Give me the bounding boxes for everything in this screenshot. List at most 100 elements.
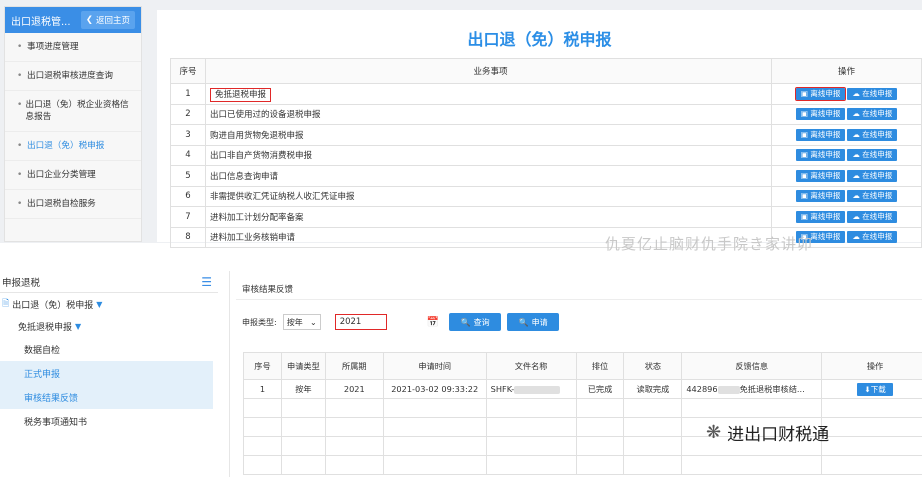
query-button[interactable]: 🔍 查询 [449,313,502,331]
search-icon: 🔍 [518,317,529,327]
top-main-content: 出口退（免）税申报 序号 业务事项 操作 1 免抵退税申报 ▣ 离线申报 ☁ 在线申报… [157,10,922,248]
sidebar-title: 申报退税 ☰ [0,271,218,293]
sidebar-item-classification[interactable]: • 出口企业分类管理 [5,161,141,190]
col-header-no: 序号 [170,58,206,84]
download-button[interactable]: ⬇下载 [857,382,893,396]
top-sidebar: 出口退税管... ❮ 返回主页 • 事项进度管理 • 出口退税审核进度查询 • 出口退… [4,6,142,242]
table-row-empty [243,455,922,475]
offline-declare-button[interactable]: ▣ 离线申报 [795,149,846,162]
caret-down-icon: ▼ [96,299,103,309]
table-row: 4 出口非自产货物消费税申报 ▣ 离线申报 ☁ 在线申报 [170,144,922,166]
offline-declare-button[interactable]: ▣ 离线申报 [795,210,846,223]
declaration-table: 序号 业务事项 操作 1 免抵退税申报 ▣ 离线申报 ☁ 在线申报 2 出口已使用过的设备… [170,58,922,248]
online-declare-button[interactable]: ☁ 在线申报 [847,231,898,244]
table-row: 6 非需提供收汇凭证纳税人收汇凭证申报 ▣ 离线申报 ☁ 在线申报 [170,185,922,207]
sidebar-item-declaration[interactable]: • 出口退（免）税申报 [5,132,141,161]
redacted-block [717,385,740,394]
type-label: 申报类型: [242,317,277,327]
hamburger-menu-icon[interactable]: ☰ [201,275,212,289]
search-icon: 🔍 [460,317,471,327]
cloud-icon: ☁ [852,109,863,119]
nav-declaration[interactable]: 🗎 出口退（免）税申报 ▼ [0,293,218,315]
col-header: 文件名称 [485,352,577,380]
offline-declare-button[interactable]: ▣ 离线申报 [795,169,846,182]
monitor-icon: ▣ [800,109,811,119]
apply-button[interactable]: 🔍 申请 [507,313,560,331]
caret-down-icon: ▼ [75,321,82,331]
bullet-icon: • [17,170,23,180]
document-icon: 🗎 [2,299,10,309]
back-arrow-icon: ❮ [85,15,93,25]
chevron-down-icon: ⌄ [310,317,317,327]
item-label: 进料加工计划分配率备案 [209,212,304,223]
back-home-button[interactable]: ❮ 返回主页 [80,11,135,29]
page-title: 出口退（免）税申报 [467,30,612,49]
item-label: 非需提供收汇凭证纳税人收汇凭证申报 [209,192,355,203]
online-declare-button[interactable]: ☁ 在线申报 [847,169,898,182]
col-header: 操作 [821,352,922,380]
divider [229,271,230,477]
wechat-icon: ❋ [706,422,722,443]
sidebar-header: 出口退税管... ❮ 返回主页 [5,7,141,33]
online-declare-button[interactable]: ☁ 在线申报 [847,190,898,203]
nav-exemption-declaration[interactable]: 免抵退税申报 ▼ [0,315,218,337]
back-home-label: 返回主页 [95,16,130,26]
calendar-icon[interactable]: 📅 [427,317,439,328]
offline-declare-button[interactable]: ▣ 离线申报 [794,86,847,101]
file-name: SHFK- [490,384,515,394]
online-declare-button[interactable]: ☁ 在线申报 [847,87,898,100]
bullet-icon: • [17,71,23,81]
col-header-item: 业务事项 [204,58,773,84]
item-label: 出口已使用过的设备退税申报 [209,110,321,121]
wechat-watermark: ❋ 进出口财税通 [706,422,830,445]
online-declare-button[interactable]: ☁ 在线申报 [847,149,898,162]
monitor-icon: ▣ [800,88,811,98]
sidebar-item-audit-progress[interactable]: • 出口退税审核进度查询 [5,62,141,91]
sidebar-item-progress[interactable]: • 事项进度管理 [5,33,141,62]
divider [236,299,922,300]
col-header: 状态 [623,352,683,380]
top-screenshot: 出口退税管... ❮ 返回主页 • 事项进度管理 • 出口退税审核进度查询 • 出口退… [0,0,922,253]
result-table: 序号 申请类型 所属期 申请时间 文件名称 排位 状态 反馈信息 操作 1 按年… [243,352,922,475]
sidebar-item-qualification[interactable]: • 出口退（免）税企业资格信息报告 [5,91,141,132]
nav-formal-declaration[interactable]: 正式申报 [0,361,213,385]
watermark-text: 仇夏亿止脑财仇手院き家讲卯 [605,235,814,253]
online-declare-button[interactable]: ☁ 在线申报 [847,210,898,223]
offline-declare-button[interactable]: ▣ 离线申报 [795,128,846,141]
item-label: 出口非自产货物消费税申报 [209,151,312,162]
table-row: 5 出口信息查询申请 ▣ 离线申报 ☁ 在线申报 [170,165,922,187]
monitor-icon: ▣ [800,129,811,139]
bullet-icon: • [17,141,23,151]
cloud-icon: ☁ [852,232,863,242]
bullet-icon: • [17,42,23,52]
col-header: 排位 [575,352,625,380]
monitor-icon: ▣ [800,191,811,201]
offline-declare-button[interactable]: ▣ 离线申报 [795,190,846,203]
cloud-icon: ☁ [852,150,863,160]
item-label: 进料加工业务核销申请 [209,233,295,244]
nav-tax-notice[interactable]: 税务事项通知书 [0,409,218,433]
online-declare-button[interactable]: ☁ 在线申报 [847,108,898,121]
nav-audit-feedback[interactable]: 审核结果反馈 [0,385,213,409]
item-label: 购进自用货物免退税申报 [209,130,304,141]
item-label: 免抵退税申报 [209,87,271,102]
table-row: 1 按年 2021 2021-03-02 09:33:22 SHFK- 已完成 … [243,379,922,399]
system-title: 出口退税管... [11,16,71,28]
cloud-icon: ☁ [852,170,863,180]
nav-data-self-check[interactable]: 数据自检 [0,337,218,361]
item-label: 出口信息查询申请 [209,171,278,182]
type-select[interactable]: 按年 ⌄ [282,314,321,330]
year-input[interactable]: 2021 [334,314,387,330]
online-declare-button[interactable]: ☁ 在线申报 [847,128,898,141]
col-header: 反馈信息 [681,352,823,380]
cloud-icon: ☁ [852,211,863,221]
bullet-icon: • [17,100,23,110]
col-header: 所属期 [324,352,384,380]
table-row: 7 进料加工计划分配率备案 ▣ 离线申报 ☁ 在线申报 [170,206,922,228]
cloud-icon: ☁ [852,129,863,139]
sidebar-item-self-check[interactable]: • 出口退税自检服务 [5,190,141,219]
offline-declare-button[interactable]: ▣ 离线申报 [795,108,846,121]
filter-bar: 申报类型: 按年 ⌄ 2021 📅 🔍 查询 🔍 申请 [242,312,560,332]
table-row-empty [243,398,922,418]
breadcrumb: 审核结果反馈 [242,285,294,295]
